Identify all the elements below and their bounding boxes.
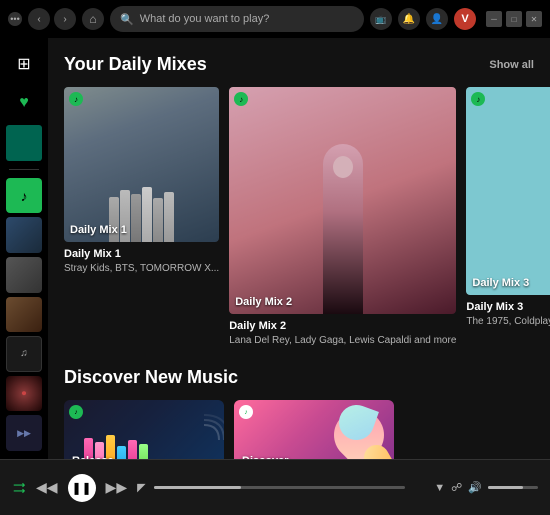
mix-cover-1: ♪ Daily Mix 1 [64, 87, 219, 242]
sidebar-library-icon[interactable]: ▶ [6, 125, 42, 161]
sidebar-playlist-7[interactable]: ▶▶ [6, 415, 42, 451]
radar-waves-icon [174, 410, 224, 459]
player-controls: ◀◀ ❚❚ ▶▶ ◤ [12, 474, 146, 502]
sidebar-playlist-4[interactable] [6, 297, 42, 333]
devices-button[interactable]: ☍ [451, 481, 462, 494]
queue-button[interactable]: ◤ [137, 481, 145, 494]
mix1-label: Daily Mix 1 [70, 224, 127, 236]
nav-arrows: ‹ › [28, 8, 76, 30]
mix1-artists: Stray Kids, BTS, TOMORROW X... [64, 262, 219, 275]
mix-card-3[interactable]: THE1975 ♪ Daily Mix 3 Daily Mix 3 The 19… [466, 87, 550, 347]
volume-icon[interactable]: 🔊 [468, 481, 482, 494]
title-bar: ••• ‹ › ⌂ 🔍 What do you want to play? 📺 … [0, 0, 550, 38]
search-bar[interactable]: 🔍 What do you want to play? [110, 6, 364, 32]
progress-bar[interactable] [154, 486, 405, 489]
mix3-artists: The 1975, Coldplay, The Neighbourhood an… [466, 315, 550, 328]
volume-fill [488, 486, 523, 489]
shuffle-button[interactable] [12, 481, 26, 495]
mix3-name: Daily Mix 3 [466, 301, 550, 313]
next-button[interactable]: ▶▶ [106, 479, 128, 496]
progress-area [154, 486, 405, 489]
mix-cover-3: THE1975 ♪ Daily Mix 3 [466, 87, 550, 295]
mix1-spotify-icon: ♪ [69, 92, 83, 106]
sidebar-playlist-3[interactable] [6, 257, 42, 293]
sidebar-playlist-1[interactable]: ♪ [6, 178, 42, 214]
release-radar-label: Release Radar [72, 454, 114, 459]
sidebar-heart-icon[interactable]: ♥ [6, 86, 42, 122]
player-right: ▼ ☍ 🔊 [413, 481, 538, 494]
title-bar-icons: 📺 🔔 👤 V [370, 8, 476, 30]
progress-fill [154, 486, 242, 489]
main-content: Your Daily Mixes Show all [48, 38, 550, 459]
mix2-label: Daily Mix 2 [235, 296, 292, 308]
maximize-button[interactable]: □ [506, 11, 522, 27]
show-all-button[interactable]: Show all [489, 59, 534, 71]
discover-weekly-card[interactable]: ♪ Discover Weekly [234, 400, 394, 459]
cast-icon[interactable]: 📺 [370, 8, 392, 30]
discover-weekly-label: Discover Weekly [242, 454, 288, 459]
release-radar-card[interactable]: ♪ Release Radar [64, 400, 224, 459]
daily-mixes-grid: ♪ Daily Mix 1 Daily Mix 1 Stray Kids, BT… [64, 87, 534, 347]
minimize-button[interactable]: － [486, 11, 502, 27]
back-arrow[interactable]: ‹ [28, 8, 50, 30]
users-icon[interactable]: 👤 [426, 8, 448, 30]
nav-dots: ••• [8, 12, 22, 26]
mix1-name: Daily Mix 1 [64, 248, 219, 260]
close-button[interactable]: ✕ [526, 11, 542, 27]
main-layout: ⊞ ♥ ▶ ♪ ♫ ⏺ ▶▶ Your Daily Mixes Show all [0, 38, 550, 459]
bell-icon[interactable]: 🔔 [398, 8, 420, 30]
sidebar-playlist-2[interactable] [6, 217, 42, 253]
prev-button[interactable]: ◀◀ [36, 479, 58, 496]
pause-button[interactable]: ❚❚ [68, 474, 96, 502]
mix2-name: Daily Mix 2 [229, 320, 456, 332]
search-icon: 🔍 [120, 13, 134, 26]
player-bar: ◀◀ ❚❚ ▶▶ ◤ ▼ ☍ 🔊 [0, 459, 550, 515]
discover-header: Discover New Music [64, 367, 534, 388]
avatar[interactable]: V [454, 8, 476, 30]
sidebar-playlist-5[interactable]: ♫ [6, 336, 42, 372]
sidebar-playlist-6[interactable]: ⏺ [6, 376, 42, 412]
sidebar-divider-1 [9, 169, 39, 170]
mix-card-2[interactable]: ♪ Daily Mix 2 Daily Mix 2 Lana Del Rey, … [229, 87, 456, 347]
home-icon[interactable]: ⌂ [82, 8, 104, 30]
daily-mixes-header: Your Daily Mixes Show all [64, 54, 534, 75]
search-placeholder: What do you want to play? [140, 13, 270, 25]
discover-grid: ♪ Release Radar [64, 400, 534, 459]
weekly-spotify-icon: ♪ [239, 405, 253, 419]
daily-mixes-title: Your Daily Mixes [64, 54, 207, 75]
sidebar: ⊞ ♥ ▶ ♪ ♫ ⏺ ▶▶ [0, 38, 48, 459]
discover-title: Discover New Music [64, 367, 238, 388]
sidebar-home-icon[interactable]: ⊞ [6, 46, 42, 82]
mix-card-1[interactable]: ♪ Daily Mix 1 Daily Mix 1 Stray Kids, BT… [64, 87, 219, 347]
mix-cover-2: ♪ Daily Mix 2 [229, 87, 456, 314]
window-controls: － □ ✕ [486, 11, 542, 27]
mix3-label: Daily Mix 3 [472, 277, 529, 289]
forward-arrow[interactable]: › [54, 8, 76, 30]
volume-bar[interactable] [488, 486, 538, 489]
nav-dot-1[interactable]: ••• [8, 12, 22, 26]
lyrics-button[interactable]: ▼ [434, 482, 445, 494]
radar-spotify-icon: ♪ [69, 405, 83, 419]
mix2-artists: Lana Del Rey, Lady Gaga, Lewis Capaldi a… [229, 334, 456, 347]
